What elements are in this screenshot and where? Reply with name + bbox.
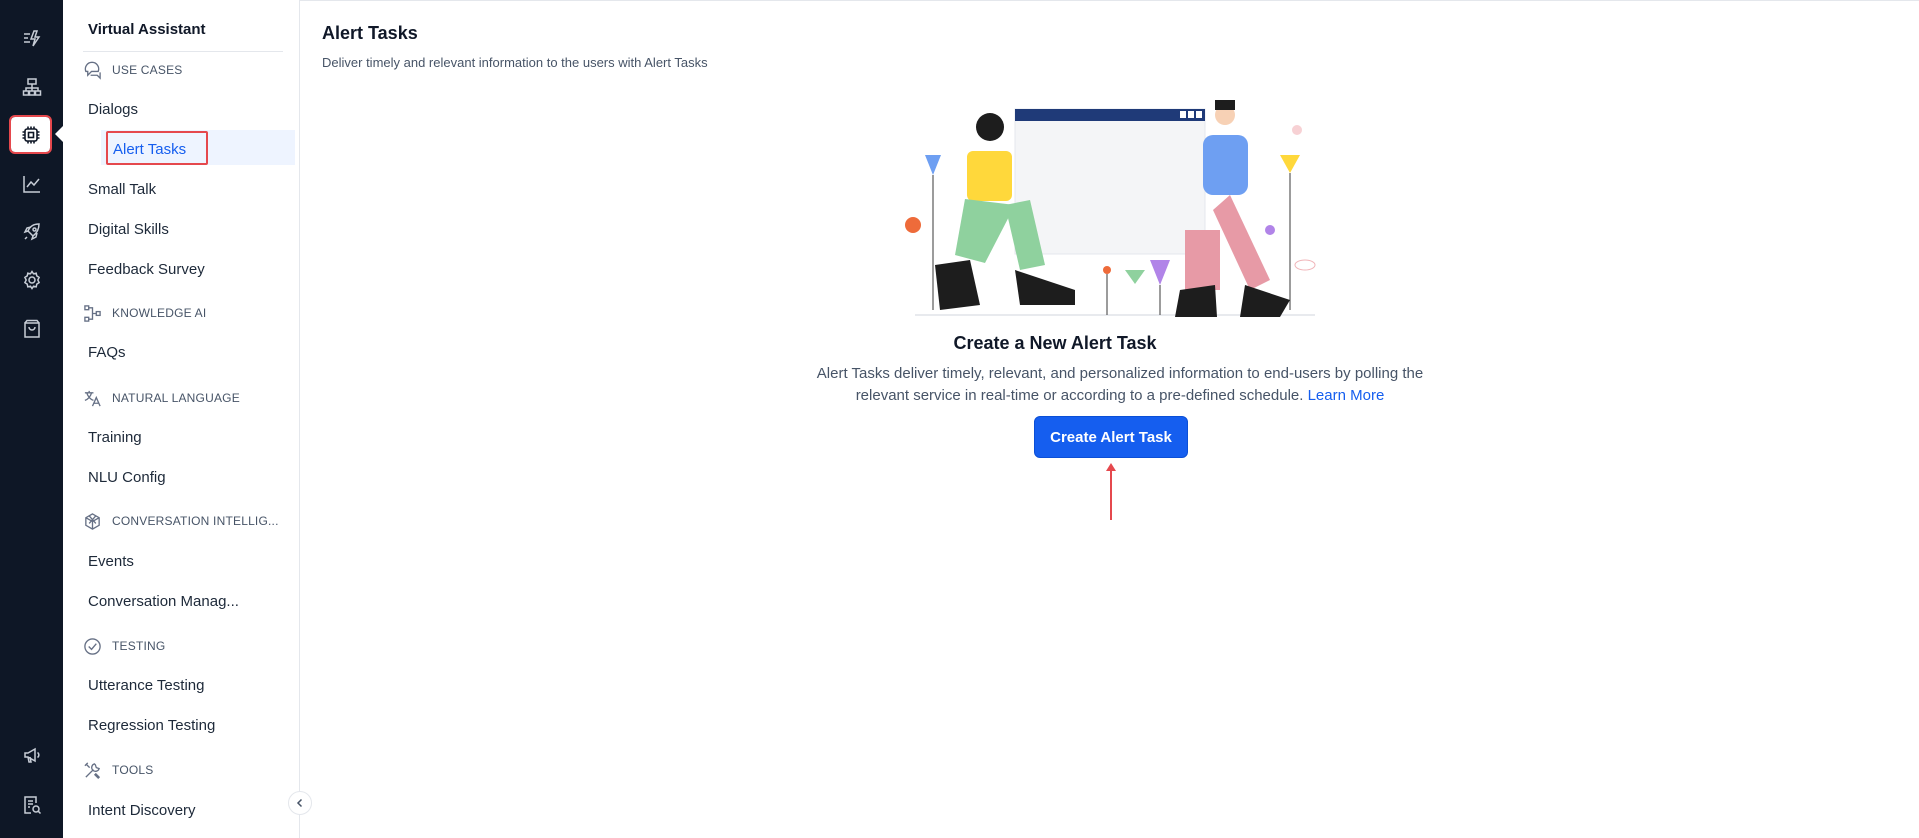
description-line-1: Alert Tasks deliver timely, relevant, an… [816,365,1424,382]
highlight-box [106,131,208,165]
sidebar-item-feedback-survey[interactable]: Feedback Survey [88,255,205,283]
translate-icon [84,390,101,406]
sidebar-item-small-talk[interactable]: Small Talk [88,175,156,203]
section-use-cases: USE CASES [83,60,183,80]
sidebar-item-conversation-manager[interactable]: Conversation Manag... [88,587,239,615]
rocket-icon[interactable] [15,215,48,248]
sidebar-item-nlu-config[interactable]: NLU Config [88,463,166,491]
empty-state-illustration [905,100,1316,317]
sidebar-item-digital-skills[interactable]: Digital Skills [88,215,169,243]
section-label: NATURAL LANGUAGE [112,391,240,405]
check-circle-icon [84,637,101,655]
knowledge-graph-icon [84,304,101,322]
tools-icon [84,761,101,779]
automation-icon[interactable] [15,21,48,54]
section-natural-language: NATURAL LANGUAGE [83,388,240,408]
chat-bubbles-icon [84,61,101,80]
section-label: USE CASES [112,63,183,77]
section-tools: TOOLS [83,760,153,780]
section-label: CONVERSATION INTELLIG... [112,514,279,528]
icon-rail [0,0,63,838]
sidebar-item-events[interactable]: Events [88,547,134,575]
sidebar: Virtual Assistant USE CASES Dialogs Aler… [63,0,300,838]
sidebar-divider [83,51,283,52]
page-title: Alert Tasks [322,23,418,43]
sidebar-title: Virtual Assistant [88,21,206,38]
section-testing: TESTING [83,636,165,656]
sidebar-item-dialogs[interactable]: Dialogs [88,95,138,123]
section-label: TOOLS [112,763,154,777]
annotation-arrow-icon [1106,463,1116,520]
main-content: Alert Tasks Deliver timely and relevant … [300,0,1919,838]
announcement-icon[interactable] [15,738,48,771]
sidebar-item-utterance-testing[interactable]: Utterance Testing [88,671,204,699]
section-label: TESTING [112,639,166,653]
sidebar-item-intent-discovery[interactable]: Intent Discovery [88,796,196,824]
store-bag-icon[interactable] [15,312,48,345]
empty-state-title: Create a New Alert Task [953,333,1157,353]
section-label: KNOWLEDGE AI [112,306,207,320]
create-alert-task-button[interactable]: Create Alert Task [1034,416,1188,458]
active-pointer [55,126,63,142]
sitemap-icon[interactable] [15,70,48,103]
analytics-chart-icon[interactable] [15,167,48,200]
settings-gear-icon[interactable] [15,263,48,296]
section-knowledge-ai: KNOWLEDGE AI [83,303,206,323]
bot-chip-icon[interactable] [9,115,52,154]
search-document-icon[interactable] [15,788,48,821]
page-subtitle: Deliver timely and relevant information … [322,55,708,70]
cube-icon [85,512,100,530]
learn-more-link[interactable]: Learn More [1308,387,1385,404]
collapse-sidebar-button[interactable] [288,791,312,815]
section-conversation-intelligence: CONVERSATION INTELLIG... [83,511,279,531]
sidebar-item-training[interactable]: Training [88,423,142,451]
description-line-2: relevant service in real-time or accordi… [855,387,1304,404]
chevron-left-icon [296,798,303,808]
empty-state-description: Alert Tasks deliver timely, relevant, an… [790,363,1450,407]
sidebar-item-faqs[interactable]: FAQs [88,338,126,366]
sidebar-item-regression-testing[interactable]: Regression Testing [88,711,215,739]
